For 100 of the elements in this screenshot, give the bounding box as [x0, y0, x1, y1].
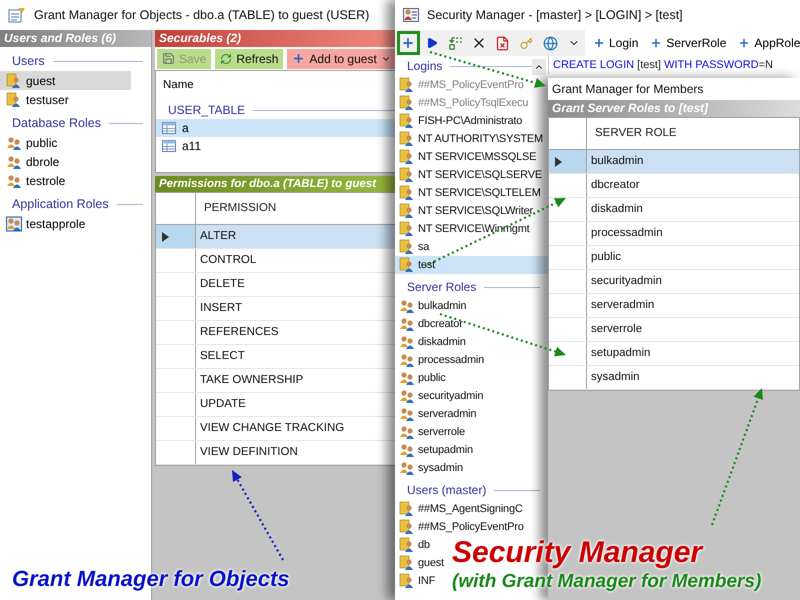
grid-cell-text: bulkadmin	[590, 154, 644, 169]
app-icon	[403, 8, 419, 22]
app-group-icon	[6, 216, 22, 232]
account-item[interactable]: testrole	[0, 171, 131, 190]
grid-cell-text: processadmin	[590, 226, 664, 241]
user-icon	[399, 203, 415, 219]
grid-cell-text: diskadmin	[590, 202, 644, 217]
scroll-up-button[interactable]	[532, 59, 546, 75]
grid-row[interactable]: sysadmin	[549, 366, 799, 390]
window-title: Grant Manager for Objects - dbo.a (TABLE) to guest (USER)	[34, 6, 370, 24]
row-pointer-icon	[555, 156, 562, 166]
group-label: Users (master)	[407, 482, 486, 499]
account-item[interactable]: dbrole	[0, 152, 131, 171]
group-icon	[6, 154, 22, 170]
add-button[interactable]: Login	[593, 34, 638, 52]
group-icon	[399, 334, 415, 350]
group-label: USER_TABLE	[168, 102, 246, 119]
key-icon	[520, 36, 534, 50]
grid-row[interactable]: public	[549, 246, 799, 270]
caption: Grant Manager for Objects	[12, 566, 290, 591]
grid-cell-text: VIEW CHANGE TRACKING	[199, 420, 346, 436]
add-button[interactable]: ServerRole	[650, 34, 726, 52]
grid-row[interactable]: setupadmin	[549, 342, 799, 366]
add-button[interactable]: AppRole	[738, 34, 800, 52]
account-item[interactable]: guest	[0, 71, 131, 90]
user-icon	[399, 519, 415, 535]
grid-cell-text: TAKE OWNERSHIP	[199, 372, 304, 388]
plus-icon	[292, 52, 306, 65]
group-icon	[399, 388, 415, 404]
grid-cell-text: UPDATE	[199, 396, 247, 412]
account-item[interactable]: test	[395, 256, 548, 274]
group-icon	[399, 442, 415, 458]
caption: (with Grant Manager for Members)	[452, 571, 762, 592]
group-icon	[399, 316, 415, 332]
panel-header: Grant Server Roles to [test]	[548, 100, 800, 117]
grid-cell-text: sysadmin	[590, 370, 641, 385]
user-icon	[6, 72, 22, 88]
account-item[interactable]: testapprole	[0, 214, 131, 233]
group-label: Database Roles	[12, 114, 101, 132]
user-icon	[399, 95, 415, 111]
grid-cell-text: ALTER	[199, 228, 238, 244]
group-icon	[6, 134, 22, 150]
group-icon	[399, 424, 415, 440]
group-icon	[399, 460, 415, 476]
table-icon	[162, 122, 176, 134]
user-icon	[399, 131, 415, 147]
panel-header: Users and Roles (6)	[0, 30, 151, 47]
toolbar-button[interactable]: Refresh	[215, 48, 284, 68]
account-item[interactable]: ##MS_PolicyEventPro	[395, 518, 526, 536]
grid-row[interactable]: serverrole	[549, 318, 799, 342]
user-icon	[399, 185, 415, 201]
group-icon	[399, 298, 415, 314]
user-icon	[399, 239, 415, 255]
account-item[interactable]: testuser	[0, 90, 131, 109]
grid-row[interactable]: processadmin	[549, 222, 799, 246]
group-icon	[399, 406, 415, 422]
grid-row[interactable]: dbcreator	[549, 174, 799, 198]
column-header[interactable]: SERVER ROLE	[587, 118, 799, 149]
grid-cell-text: INSERT	[199, 300, 243, 316]
account-item[interactable]: public	[0, 133, 131, 152]
refresh-icon	[220, 52, 232, 64]
grid-cell-text: securityadmin	[590, 274, 663, 289]
grid-row[interactable]: serveradmin	[549, 294, 799, 318]
user-icon	[399, 501, 415, 517]
grid-cell-text: SELECT	[199, 348, 246, 364]
user-icon	[399, 149, 415, 165]
grid-row[interactable]: securityadmin	[549, 270, 799, 294]
group-label: Server Roles	[407, 279, 476, 296]
user-icon	[399, 257, 415, 273]
group-icon	[6, 172, 22, 188]
plus-icon	[593, 37, 605, 49]
grid-cell-text: setupadmin	[590, 346, 652, 361]
grid-row[interactable]: bulkadmin	[549, 150, 799, 174]
account-item[interactable]: ##MS_AgentSigningC	[395, 500, 525, 518]
grid-cell-text: serverrole	[590, 322, 644, 337]
group-label: Logins	[407, 58, 442, 75]
grid-cell-text: dbcreator	[590, 178, 641, 193]
user-icon	[399, 113, 415, 129]
group-label: Users	[12, 52, 45, 70]
window-title: Security Manager - [master] > [LOGIN] > [test]	[427, 6, 683, 24]
account-item[interactable]: db	[395, 536, 432, 554]
play-icon	[426, 37, 438, 49]
user-icon	[399, 167, 415, 183]
user-icon	[399, 221, 415, 237]
user-icon	[399, 555, 415, 571]
account-item[interactable]: INF	[395, 572, 438, 590]
account-item[interactable]: guest	[395, 554, 446, 572]
window-title: Grant Manager for Members	[552, 81, 704, 98]
user-icon	[6, 92, 22, 108]
caption: Security Manager	[452, 536, 702, 569]
grid-cell-text: VIEW DEFINITION	[199, 444, 299, 460]
grid-cell-text: public	[590, 250, 622, 265]
grid-cell-text: serveradmin	[590, 298, 656, 313]
grid-row[interactable]: diskadmin	[549, 198, 799, 222]
add-button[interactable]	[397, 31, 420, 55]
toolbar-button[interactable]: Add to guest	[287, 48, 396, 68]
user-icon	[399, 537, 415, 553]
row-pointer-icon	[162, 232, 169, 242]
grid-cell-text: CONTROL	[199, 252, 258, 268]
globe-icon	[542, 36, 558, 50]
